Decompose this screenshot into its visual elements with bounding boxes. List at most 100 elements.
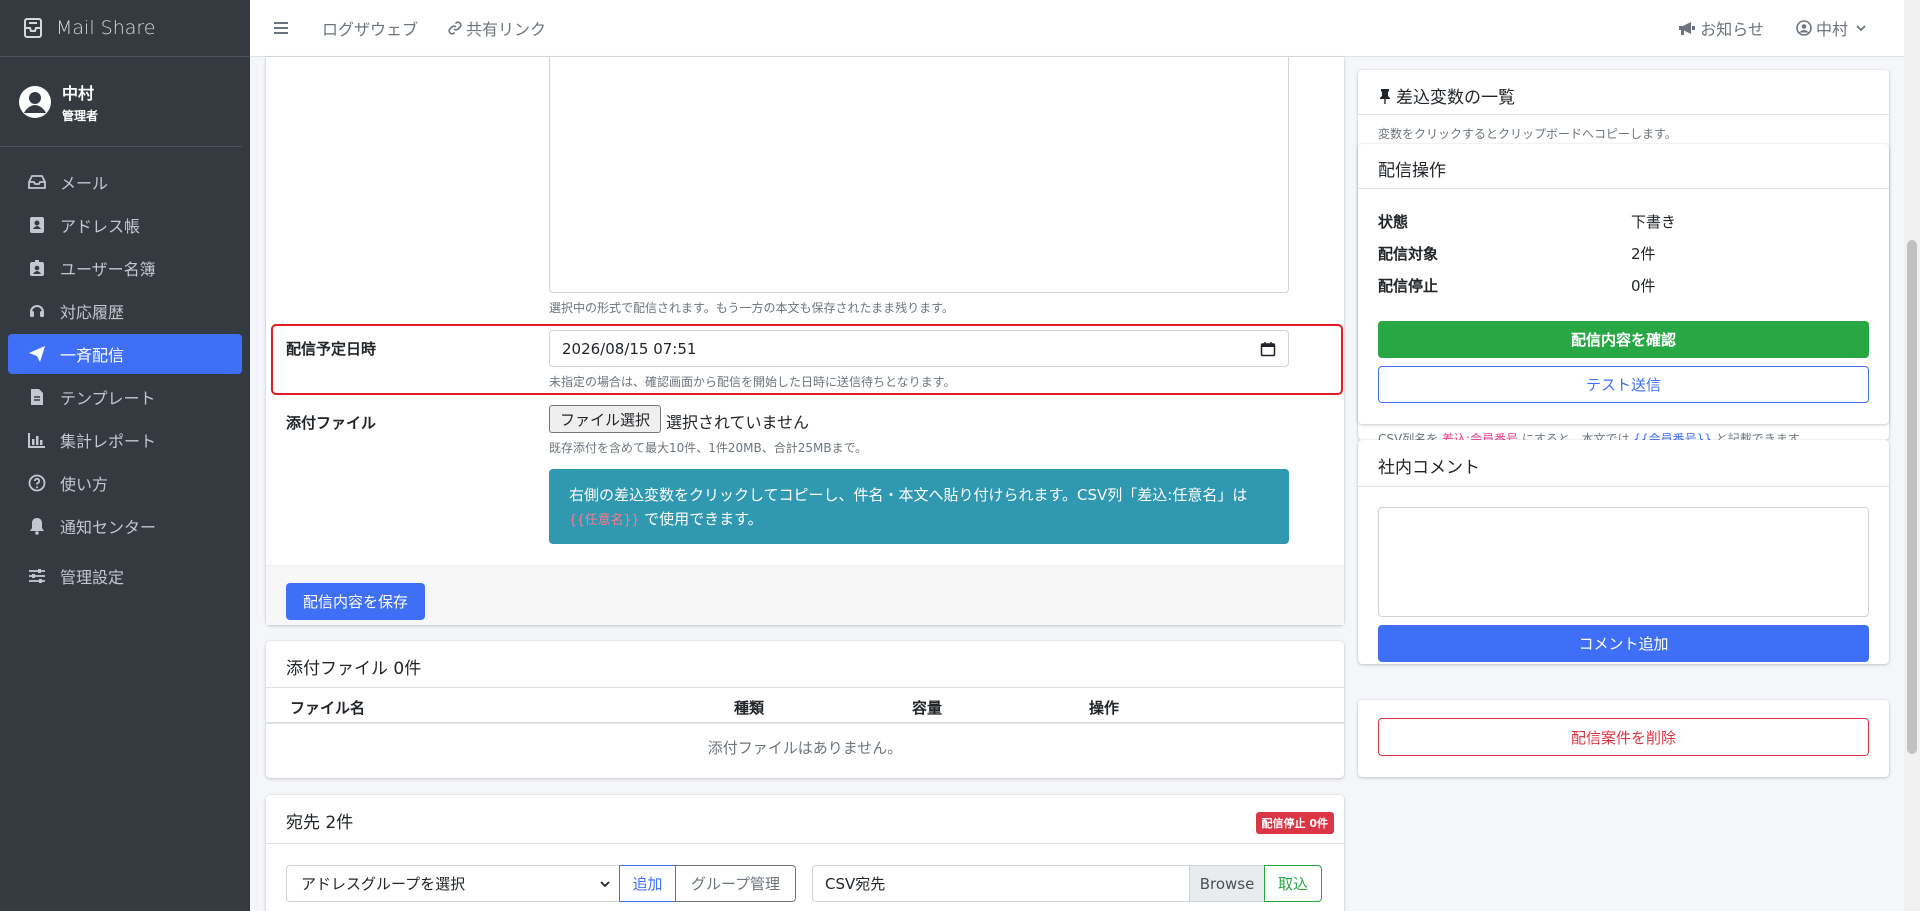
confirm-content-button[interactable]: 配信内容を確認 [1378,321,1869,358]
status-value: 下書き [1631,213,1677,231]
sidebar-item-history[interactable]: 対応履歴 [8,291,242,331]
column-header: ファイル名 [290,699,366,717]
user-panel[interactable]: 中村 管理者 [0,57,242,147]
column-header: 操作 [1089,699,1120,717]
merge-variables-title: 差込変数の一覧 [1378,83,1515,108]
import-button[interactable]: 取込 [1264,865,1322,902]
hamburger-menu-icon[interactable] [272,19,292,37]
note-text: CSV列名を [1378,432,1439,440]
megaphone-icon [1679,22,1696,35]
sidebar-item-address-book[interactable]: アドレス帳 [8,205,242,245]
user-menu[interactable]: 中村 [1796,16,1872,40]
brand[interactable]: Mail Share [0,0,250,57]
sidebar-item-label: 使い方 [60,475,109,494]
nav-link-logthe-web[interactable]: ログザウェブ [322,16,418,40]
inbox-icon [28,173,46,191]
broadcast-form-card: 選択中の形式で配信されます。もう一方の本文も保存されたまま残ります。 配信予定日… [266,57,1344,625]
schedule-datetime-value: 2026/08/15 07:51 [562,339,697,358]
sidebar-item-broadcast[interactable]: 一斉配信 [8,334,242,374]
address-book-icon [28,216,46,234]
info-code: {{任意名}} [569,513,640,528]
divider [1358,486,1889,487]
note-code[interactable]: {{会員番号}} [1633,432,1712,440]
file-select-button[interactable]: ファイル選択 [549,405,661,433]
calendar-icon[interactable] [1260,341,1276,357]
page-scrollbar[interactable] [1904,0,1920,911]
top-navbar: ログザウェブ 共有リンク お知らせ 中村 [250,0,1904,57]
delete-campaign-button[interactable]: 配信案件を削除 [1378,718,1869,756]
note-code[interactable]: 差込:会員番号 [1442,432,1518,440]
sidebar-item-label: ユーザー名簿 [60,260,156,279]
divider [1358,114,1889,115]
divider [266,843,1344,844]
sidebar-item-label: 集計レポート [60,432,157,451]
column-header: 容量 [912,699,943,717]
csv-file-placeholder: CSV宛先 [825,875,886,893]
sidebar-item-notifications[interactable]: 通知センター [8,506,242,546]
add-comment-button[interactable]: コメント追加 [1378,625,1869,662]
divider [1358,188,1889,189]
sidebar-item-templates[interactable]: テンプレート [8,377,242,417]
address-group-select[interactable]: アドレスグループを選択 [286,865,620,902]
merge-variables-title-text: 差込変数の一覧 [1396,88,1515,108]
schedule-help-text: 未指定の場合は、確認画面から配信を開始した日時に送信待ちとなります。 [549,375,956,389]
notices-link[interactable]: お知らせ [1678,16,1764,40]
add-group-button[interactable]: 追加 [619,865,676,902]
column-header: 種類 [734,699,765,717]
group-manage-button[interactable]: グループ管理 [675,865,796,902]
paper-plane-icon [28,345,46,363]
info-suffix: で使用できます。 [644,510,763,528]
sidebar-item-label: アドレス帳 [60,217,141,236]
unsubscribed-value: 0件 [1631,277,1656,295]
chevron-down-icon [1856,25,1866,32]
bell-icon [28,517,46,535]
body-textarea[interactable] [549,57,1289,293]
user-circle-icon [19,85,51,118]
sidebar-item-admin-settings[interactable]: 管理設定 [8,556,242,596]
browse-button[interactable]: Browse [1189,865,1265,902]
sidebar-item-label: テンプレート [60,389,156,408]
navbar-right: お知らせ 中村 [1678,16,1904,40]
unsubscribed-badge: 配信停止 0件 [1255,812,1334,834]
shared-links-label: 共有リンク [466,20,547,39]
file-icon [28,388,46,406]
merge-variables-note: CSV列名を 差込:会員番号 にすると、本文では {{会員番号}} と記載できま… [1378,430,1878,440]
sidebar-item-reports[interactable]: 集計レポート [8,420,242,460]
body-help-text: 選択中の形式で配信されます。もう一方の本文も保存されたまま残ります。 [549,301,954,315]
unsubscribed-key: 配信停止 [1378,277,1439,295]
sidebar-nav: メール アドレス帳 ユーザー名簿 対応履歴 一斉配信 テンプレート 集計レポート [0,147,250,596]
distribution-operations-card: 配信操作 状態 下書き 配信対象 2件 配信停止 0件 配信内容を確認 テスト送… [1358,144,1889,424]
user-circle-icon [1796,20,1812,36]
nav-link-shared-links[interactable]: 共有リンク [448,16,546,40]
sidebar-item-mail[interactable]: メール [8,162,242,202]
danger-zone-card: 配信案件を削除 [1358,700,1889,777]
status-key: 状態 [1378,213,1409,231]
chevron-down-icon [600,881,610,888]
file-status: 選択されていません [666,413,810,432]
note-text: と記載できます。 [1715,432,1811,440]
recipients-card: 宛先 2件 配信停止 0件 アドレスグループを選択 追加 グループ管理 CSV宛… [266,795,1344,911]
comment-textarea[interactable] [1378,507,1869,617]
mail-share-logo-icon [24,18,42,38]
sidebar-item-label: 通知センター [60,518,157,537]
schedule-label: 配信予定日時 [286,340,377,358]
user-menu-label: 中村 [1815,20,1848,39]
notices-label: お知らせ [1700,20,1764,39]
schedule-datetime-input[interactable]: 2026/08/15 07:51 [549,330,1289,367]
question-circle-icon [28,474,46,492]
info-text: 右側の差込変数をクリックしてコピーし、件名・本文へ貼り付けられます。CSV列「差… [569,486,1248,504]
test-send-button[interactable]: テスト送信 [1378,366,1869,403]
merge-variable-info-callout: 右側の差込変数をクリックしてコピーし、件名・本文へ貼り付けられます。CSV列「差… [549,469,1289,544]
scrollbar-thumb[interactable] [1907,240,1917,754]
sidebar-item-help[interactable]: 使い方 [8,463,242,503]
chart-bar-icon [28,431,46,449]
sidebar-item-user-directory[interactable]: ユーザー名簿 [8,248,242,288]
sidebar-item-label: 対応履歴 [60,303,125,322]
save-content-button[interactable]: 配信内容を保存 [286,583,425,620]
csv-file-input[interactable]: CSV宛先 [812,865,1192,902]
attachments-title: 添付ファイル 0件 [286,659,422,679]
sliders-icon [28,567,46,585]
attachments-card: 添付ファイル 0件 ファイル名 種類 容量 操作 添付ファイルはありません。 [266,641,1344,778]
note-text: にすると、本文では [1521,432,1630,440]
thumbtack-icon [1380,88,1390,104]
